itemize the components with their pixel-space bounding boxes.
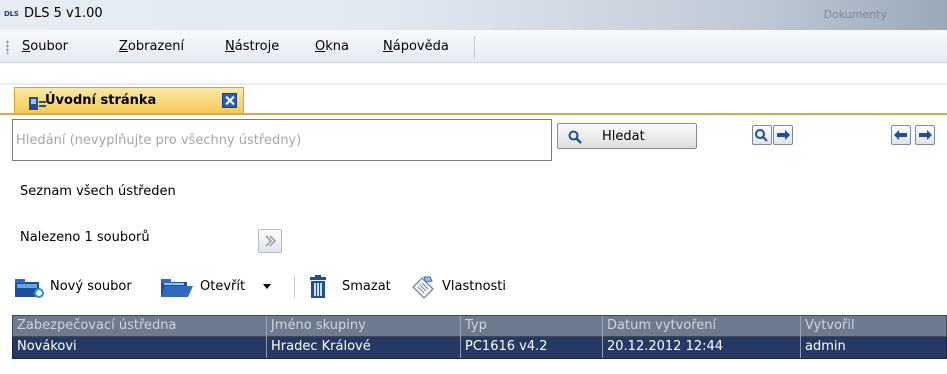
tab-underline: [0, 113, 947, 115]
properties-button[interactable]: Vlastnosti: [410, 274, 530, 300]
column-header-panel[interactable]: Zabezpečovací ústředna: [13, 316, 267, 337]
new-file-button[interactable]: Nový soubor: [12, 274, 152, 300]
properties-icon: [412, 276, 434, 299]
delete-button[interactable]: Smazat: [306, 274, 396, 300]
find-next-button[interactable]: [752, 125, 772, 145]
search-icon: [568, 130, 582, 144]
list-title: Seznam všech ústředen: [20, 184, 176, 199]
tab-close-icon[interactable]: [222, 93, 237, 108]
search-input[interactable]: [12, 119, 552, 161]
open-folder-icon: [161, 279, 193, 297]
search-button[interactable]: Hledat: [557, 123, 697, 149]
double-chevron-right-icon: [265, 235, 277, 247]
menu-item-zobrazeni[interactable]: Zobrazení: [119, 39, 184, 54]
tab-label: Úvodní stránka: [45, 93, 157, 108]
open-button[interactable]: Otevřít: [160, 274, 280, 300]
app-logo: DLS: [4, 10, 19, 18]
chevron-down-icon[interactable]: [263, 284, 271, 290]
delete-label: Smazat: [342, 279, 391, 294]
cell-group: Hradec Králové: [267, 337, 461, 358]
column-header-created[interactable]: Datum vytvoření: [603, 316, 801, 337]
properties-label: Vlastnosti: [442, 279, 507, 294]
toolbar-separator: [294, 276, 295, 298]
cell-panel: Novákovi: [13, 337, 267, 358]
menu-item-soubor[interactable]: Soubor: [22, 39, 68, 54]
table-row[interactable]: Novákovi Hradec Králové PC1616 v4.2 20.1…: [12, 337, 947, 359]
tab-uvodni-stranka[interactable]: Úvodní stránka: [14, 87, 244, 113]
expand-button[interactable]: [258, 229, 282, 253]
background-window-text: Dokumenty: [823, 8, 887, 21]
column-header-author[interactable]: Vytvořil: [801, 316, 947, 337]
cell-author: admin: [805, 339, 846, 354]
arrow-right-icon: [777, 130, 790, 140]
menu-grip-icon[interactable]: [6, 40, 9, 54]
found-count: Nalezeno 1 souborů: [20, 230, 150, 245]
new-file-label: Nový soubor: [50, 279, 132, 294]
tab-strip: [0, 83, 947, 85]
menu-bar: Soubor Zobrazení Nástroje Okna Nápověda: [0, 30, 947, 63]
trash-icon: [310, 275, 326, 298]
navigate-back-button[interactable]: [891, 125, 911, 145]
column-header-group[interactable]: Jméno skupiny: [267, 316, 461, 337]
menu-item-okna[interactable]: Okna: [315, 39, 349, 54]
new-folder-icon: [15, 279, 44, 298]
table-header: Zabezpečovací ústředna Jméno skupiny Typ…: [12, 315, 947, 337]
menu-item-nastroje[interactable]: Nástroje: [225, 39, 279, 54]
title-bar: DLS DLS 5 v1.00 Dokumenty: [0, 0, 947, 30]
arrow-left-icon: [894, 130, 907, 140]
cell-created: 20.12.2012 12:44: [603, 337, 801, 358]
search-button-label: Hledat: [602, 129, 645, 144]
menu-separator: [474, 36, 475, 58]
go-forward-button[interactable]: [773, 125, 793, 145]
cell-type: PC1616 v4.2: [461, 337, 603, 358]
arrow-right-icon: [919, 130, 932, 140]
window-title: DLS 5 v1.00: [24, 6, 103, 21]
navigate-forward-button[interactable]: [915, 125, 935, 145]
open-label: Otevřít: [200, 279, 246, 294]
search-next-icon: [755, 129, 768, 142]
tab-bar: Úvodní stránka: [0, 63, 947, 113]
column-header-type[interactable]: Typ: [461, 316, 603, 337]
menu-item-napoveda[interactable]: Nápověda: [383, 39, 449, 54]
